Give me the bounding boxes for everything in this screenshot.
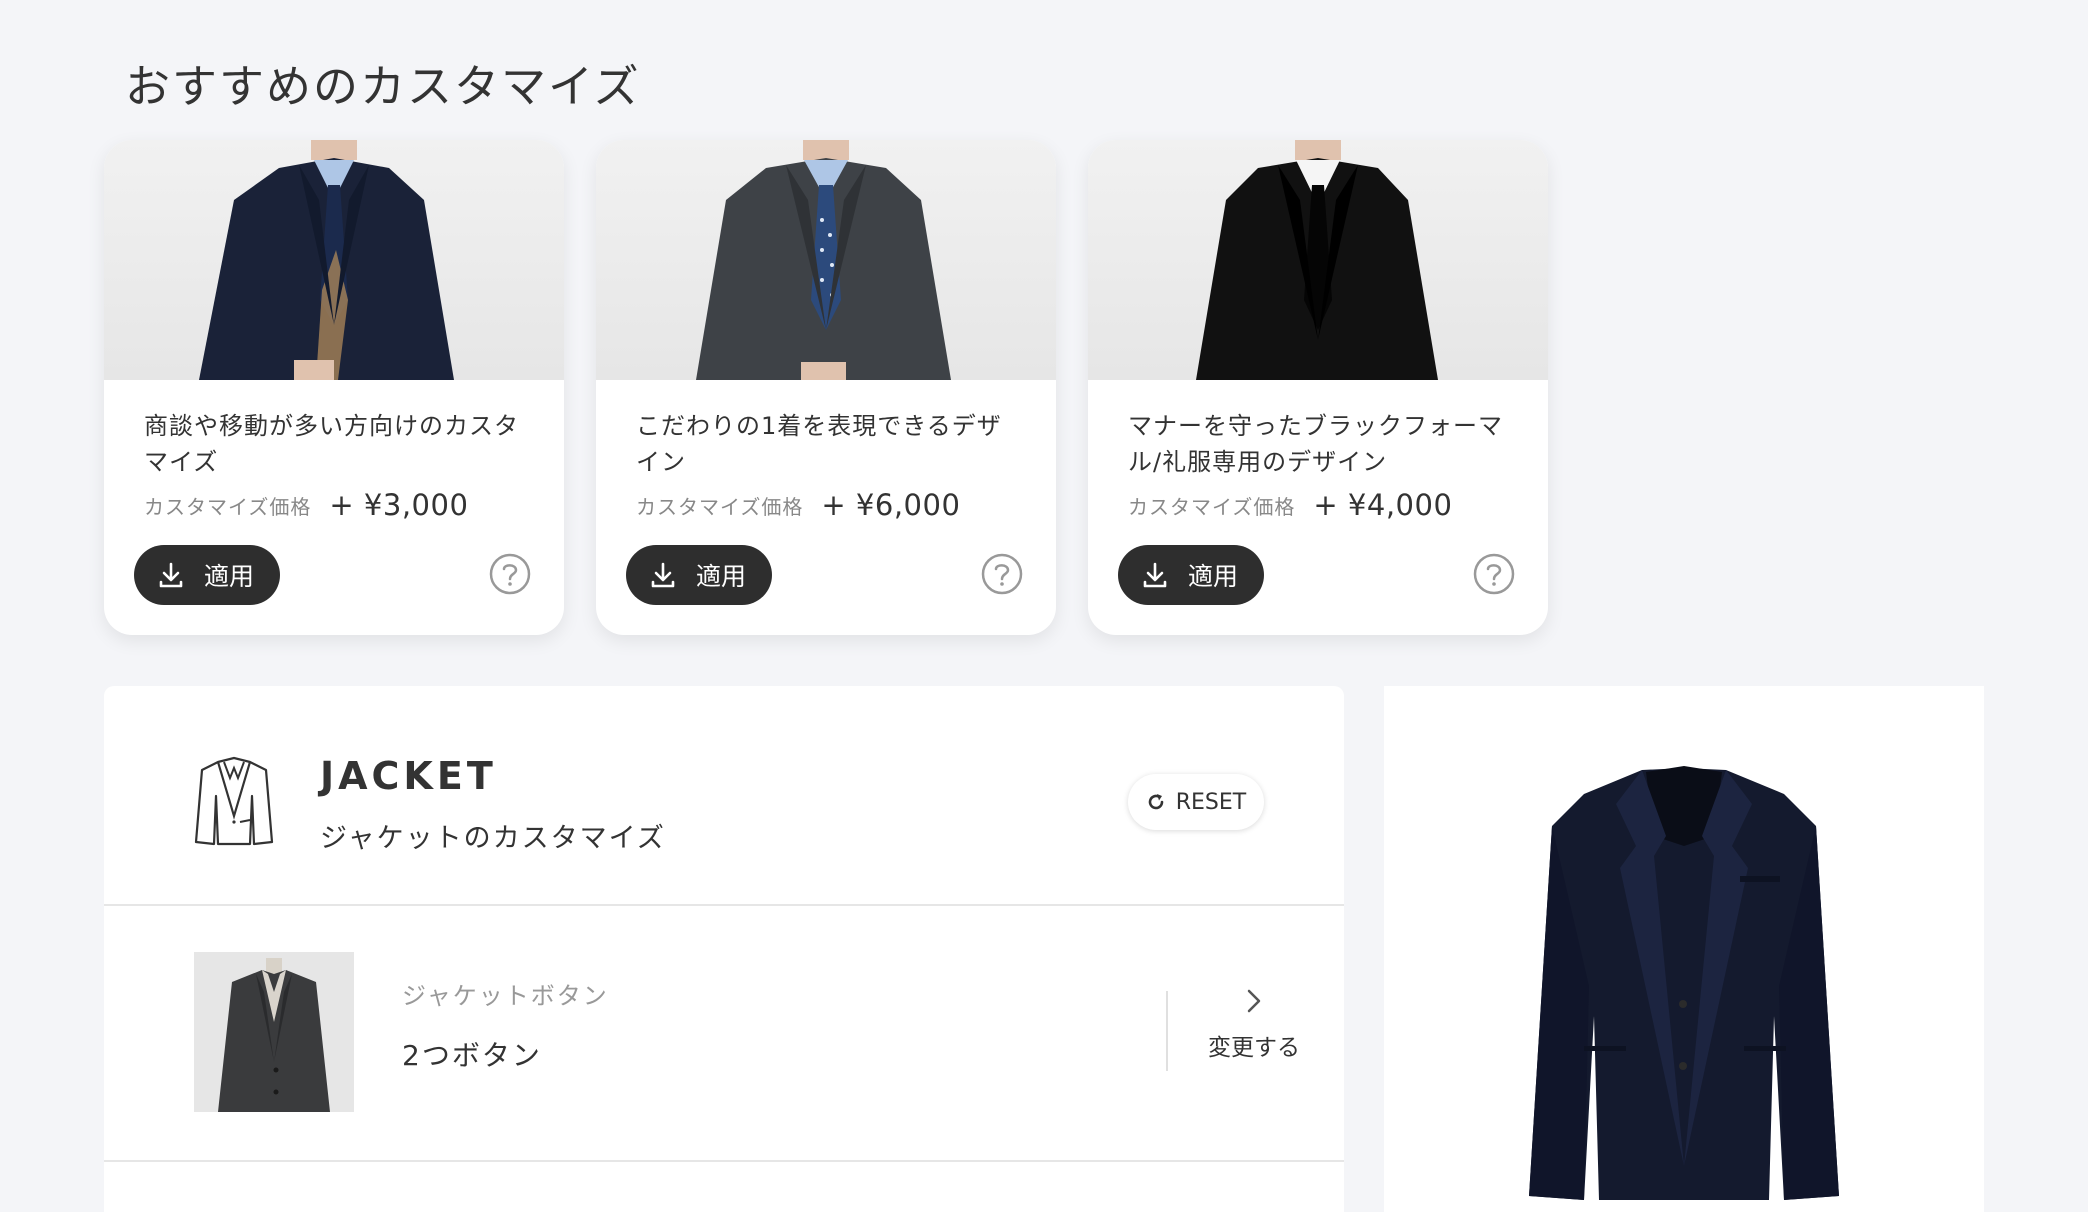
jacket-icon (194, 756, 274, 848)
reset-button[interactable]: RESET (1128, 774, 1264, 830)
apply-label: 適用 (1188, 562, 1239, 591)
apply-button[interactable]: 適用 (134, 545, 280, 605)
jacket-preview-image (1529, 766, 1839, 1200)
price-label: カスタマイズ価格 (1128, 494, 1296, 519)
option-thumbnail (194, 952, 354, 1112)
chevron-right-icon (1242, 986, 1266, 1016)
help-icon[interactable] (1473, 553, 1515, 595)
apply-button[interactable]: 適用 (1118, 545, 1264, 605)
panel-title: JACKET (320, 754, 497, 798)
card-image-navy-suit (104, 140, 564, 380)
price-value: + ¥3,000 (329, 488, 469, 522)
card-description: マナーを守ったブラックフォーマル/礼服専用のデザイン (1128, 412, 1503, 476)
apply-label: 適用 (204, 562, 255, 591)
price-row: カスタマイズ価格 + ¥6,000 (636, 488, 960, 522)
change-label: 変更する (1208, 1035, 1300, 1061)
recommendation-card[interactable]: こだわりの1着を表現できるデザイン カスタマイズ価格 + ¥6,000 適用 (596, 140, 1056, 635)
price-row: カスタマイズ価格 + ¥4,000 (1128, 488, 1452, 522)
card-description: こだわりの1着を表現できるデザイン (636, 412, 1002, 476)
jacket-preview (1384, 686, 1984, 1212)
download-icon (648, 560, 678, 590)
download-icon (156, 560, 186, 590)
separator (1166, 991, 1168, 1071)
card-description: 商談や移動が多い方向けのカスタマイズ (144, 412, 519, 476)
apply-button[interactable]: 適用 (626, 545, 772, 605)
price-value: + ¥6,000 (821, 488, 961, 522)
option-label: ジャケットボタン (402, 982, 609, 1010)
recommendation-card[interactable]: 商談や移動が多い方向けのカスタマイズ カスタマイズ価格 + ¥3,000 適用 (104, 140, 564, 635)
change-button[interactable]: 変更する (1194, 986, 1314, 1076)
price-label: カスタマイズ価格 (144, 494, 312, 519)
divider (104, 1160, 1344, 1162)
panel-subtitle: ジャケットのカスタマイズ (320, 823, 666, 854)
apply-label: 適用 (696, 562, 747, 591)
download-icon (1140, 560, 1170, 590)
card-image-black-suit (1088, 140, 1548, 380)
price-row: カスタマイズ価格 + ¥3,000 (144, 488, 468, 522)
card-image-gray-suit (596, 140, 1056, 380)
price-label: カスタマイズ価格 (636, 494, 804, 519)
recommendation-card[interactable]: マナーを守ったブラックフォーマル/礼服専用のデザイン カスタマイズ価格 + ¥4… (1088, 140, 1548, 635)
price-value: + ¥4,000 (1313, 488, 1453, 522)
option-value: 2つボタン (402, 1039, 542, 1072)
help-icon[interactable] (489, 553, 531, 595)
jacket-customize-panel: JACKET ジャケットのカスタマイズ RESET ジャケットボタン 2つボタン… (104, 686, 1344, 1212)
reset-label: RESET (1175, 789, 1247, 815)
divider (104, 904, 1344, 906)
help-icon[interactable] (981, 553, 1023, 595)
section-title: おすすめのカスタマイズ (125, 60, 641, 113)
refresh-icon (1146, 792, 1166, 812)
